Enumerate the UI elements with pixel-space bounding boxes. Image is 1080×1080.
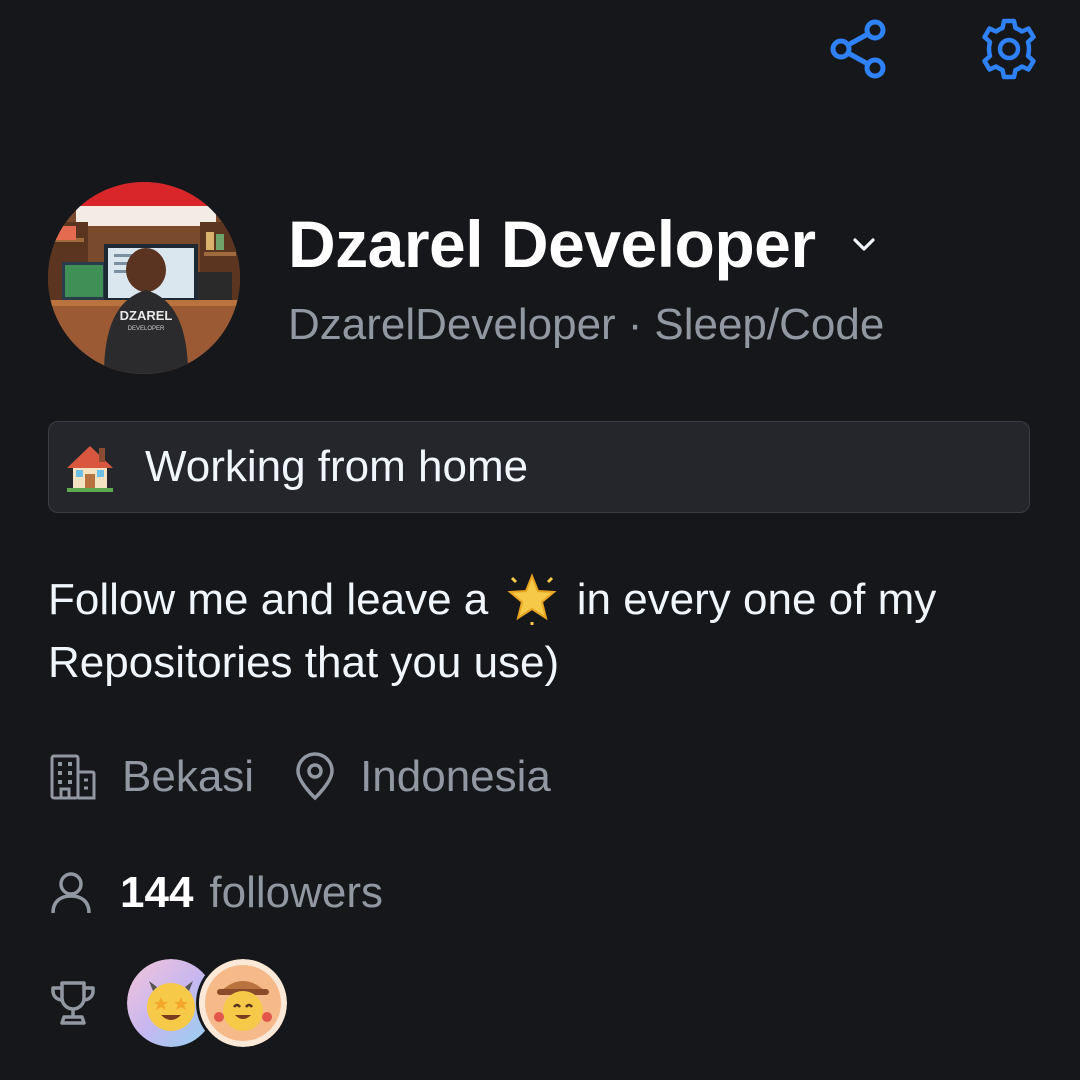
person-icon	[51, 872, 91, 914]
trophy-icon	[51, 981, 95, 1025]
organization-icon	[50, 754, 96, 800]
svg-text:DEVELOPER: DEVELOPER	[128, 326, 165, 332]
followers-count: 144	[120, 868, 194, 917]
username: DzarelDeveloper	[288, 300, 616, 349]
achievement-badges	[124, 956, 290, 1050]
username-line: DzarelDeveloper · Sleep/Code	[288, 300, 884, 350]
svg-text:DZAREL: DZAREL	[120, 308, 173, 323]
pronouns: Sleep/Code	[654, 300, 885, 349]
gear-icon	[982, 18, 1036, 80]
chevron-down-icon	[852, 238, 875, 251]
profile-header: DZAREL DEVELOPER Dzarel Developer Dzarel…	[48, 182, 884, 374]
location-label: Indonesia	[360, 752, 551, 801]
followers-label: followers	[209, 868, 384, 917]
location-row: Bekasi Indonesia	[48, 752, 551, 802]
location-pin-icon	[296, 752, 334, 801]
star-icon	[504, 570, 560, 626]
name-line: Dzarel Developer	[288, 206, 884, 282]
bio-text-before: Follow me and leave a	[48, 575, 489, 624]
status-box[interactable]: Working from home	[48, 421, 1030, 513]
pair-extraordinaire-badge[interactable]	[196, 956, 290, 1050]
settings-button[interactable]	[974, 14, 1044, 84]
house-icon	[63, 440, 117, 494]
separator: ·	[627, 300, 643, 349]
profile-names: Dzarel Developer DzarelDeveloper · Sleep…	[288, 206, 884, 350]
avatar-image: DZAREL DEVELOPER	[48, 182, 240, 374]
status-text: Working from home	[145, 442, 529, 491]
display-name: Dzarel Developer	[288, 207, 816, 281]
avatar[interactable]: DZAREL DEVELOPER	[48, 182, 240, 374]
share-button[interactable]	[824, 14, 894, 84]
share-icon	[830, 19, 886, 79]
company-label: Bekasi	[122, 752, 255, 801]
account-switcher-button[interactable]	[850, 230, 878, 258]
top-bar	[824, 14, 1044, 84]
followers-link[interactable]: 144 followers	[48, 868, 383, 918]
achievements-row	[48, 956, 290, 1050]
bio: Follow me and leave a in every one of my…	[48, 568, 1038, 694]
